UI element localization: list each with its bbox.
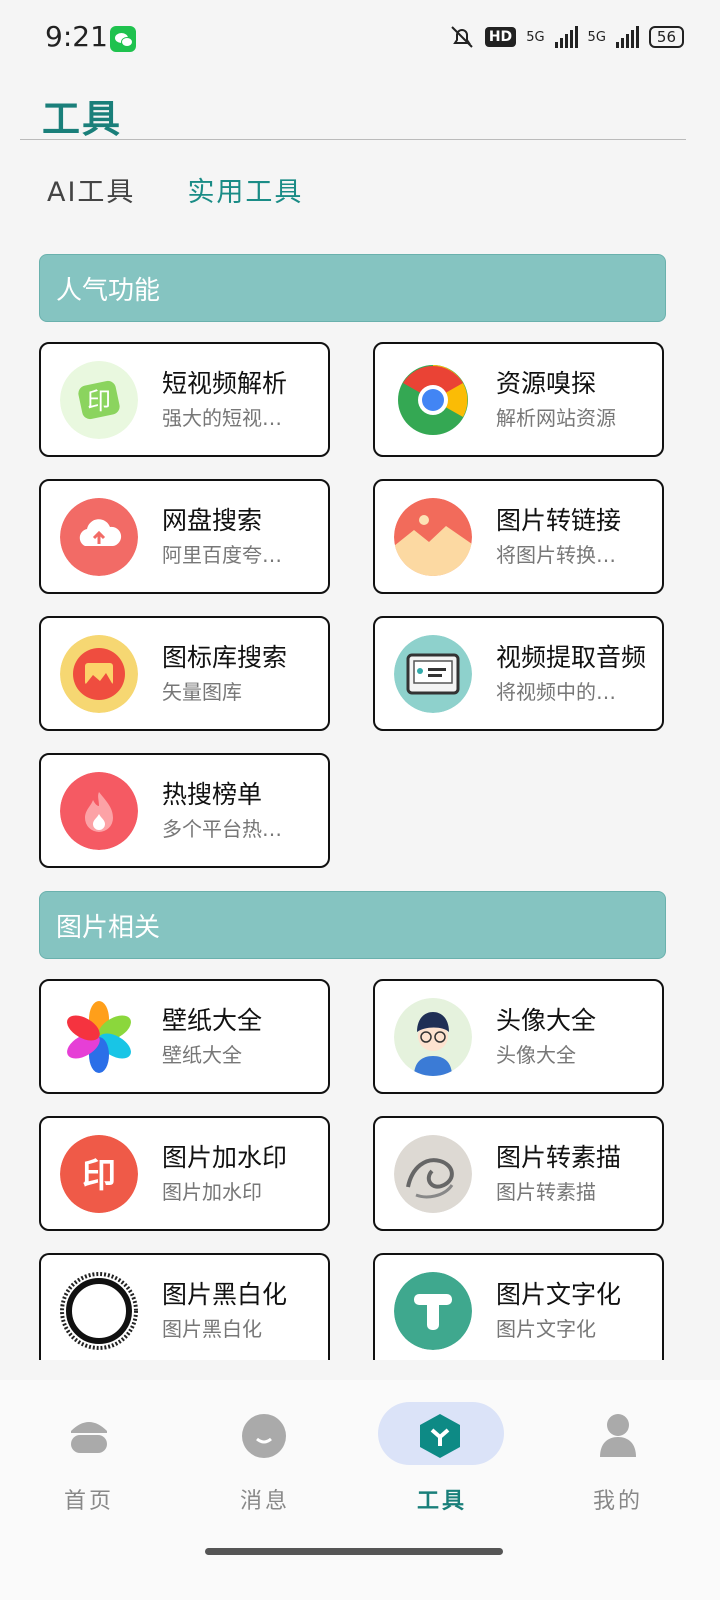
profile-icon (600, 1414, 636, 1457)
mute-bell-icon (451, 26, 473, 48)
tools-icon (420, 1414, 460, 1458)
image-link-icon (394, 498, 472, 576)
network-label-1: 5G (526, 29, 545, 45)
tool-card-wallpaper[interactable]: 壁纸大全 壁纸大全 (39, 979, 330, 1094)
card-title: 短视频解析 (162, 369, 288, 398)
card-subtitle: 图片文字化 (496, 1317, 596, 1341)
page-title: 工具 (42, 97, 123, 141)
tool-card-cloud-search[interactable]: 网盘搜索 阿里百度夸… (39, 479, 330, 594)
card-title: 图片黑白化 (162, 1280, 288, 1309)
tool-card-sketch[interactable]: 图片转素描 图片转素描 (373, 1116, 664, 1231)
card-title: 视频提取音频 (496, 643, 647, 672)
header-divider (20, 139, 686, 140)
tool-card-hot-list[interactable]: 热搜榜单 多个平台热… (39, 753, 330, 868)
card-title: 头像大全 (496, 1006, 597, 1035)
card-subtitle: 矢量图库 (162, 680, 242, 704)
card-subtitle: 将视频中的… (496, 680, 616, 704)
card-title: 网盘搜索 (162, 506, 263, 535)
section-header-image: 图片相关 (39, 891, 666, 959)
card-title: 图标库搜索 (162, 643, 288, 672)
section-title: 人气功能 (56, 276, 161, 306)
tool-card-icon-library[interactable]: 图标库搜索 矢量图库 (39, 616, 330, 731)
section-title: 图片相关 (56, 913, 161, 943)
cloud-upload-icon (60, 498, 138, 576)
nav-message[interactable]: 消息 (195, 1380, 335, 1530)
video-parse-icon: 印 (60, 361, 138, 439)
status-bar: 9:21 HD 5G 5G 56 (0, 0, 720, 76)
nav-tools[interactable]: 工具 (372, 1380, 512, 1530)
home-icon (71, 1422, 107, 1453)
hd-badge: HD (484, 27, 517, 47)
grayscale-icon (60, 1272, 138, 1350)
tab-bar: AI工具 实用工具 (47, 170, 303, 209)
card-subtitle: 解析网站资源 (496, 406, 616, 430)
card-title: 资源嗅探 (496, 369, 597, 398)
video-audio-icon (394, 635, 472, 713)
signal-icon (554, 26, 578, 48)
tool-card-image-link[interactable]: 图片转链接 将图片转换… (373, 479, 664, 594)
card-subtitle: 壁纸大全 (162, 1043, 242, 1067)
tool-card-video-audio[interactable]: 视频提取音频 将视频中的… (373, 616, 664, 731)
nav-label: 我的 (592, 1489, 643, 1514)
card-title: 图片转链接 (496, 506, 622, 535)
signal-icon-2 (615, 26, 639, 48)
wallpaper-icon (60, 998, 138, 1076)
tab-practical-tools[interactable]: 实用工具 (187, 170, 303, 209)
message-icon (242, 1414, 286, 1458)
svg-text:印: 印 (87, 387, 111, 415)
card-subtitle: 图片加水印 (162, 1180, 262, 1204)
card-title: 壁纸大全 (162, 1006, 263, 1035)
status-time: 9:21 (45, 20, 108, 53)
fire-icon (60, 772, 138, 850)
home-indicator[interactable] (205, 1548, 503, 1555)
tool-card-avatar[interactable]: 头像大全 头像大全 (373, 979, 664, 1094)
nav-label: 工具 (416, 1489, 467, 1514)
card-subtitle: 强大的短视… (162, 406, 282, 430)
tool-card-video-parse[interactable]: 印 短视频解析 强大的短视… (39, 342, 330, 457)
text-image-icon (394, 1272, 472, 1350)
card-title: 图片文字化 (496, 1280, 622, 1309)
tool-card-watermark[interactable]: 印 图片加水印 图片加水印 (39, 1116, 330, 1231)
card-subtitle: 图片转素描 (496, 1180, 596, 1204)
icon-library-icon (60, 635, 138, 713)
tab-ai-tools[interactable]: AI工具 (47, 170, 135, 209)
card-subtitle: 头像大全 (496, 1043, 576, 1067)
card-subtitle: 图片黑白化 (162, 1317, 262, 1341)
card-subtitle: 阿里百度夸… (162, 543, 282, 567)
avatar-icon (394, 998, 472, 1076)
svg-text:印: 印 (82, 1156, 116, 1196)
nav-profile[interactable]: 我的 (548, 1380, 688, 1530)
tool-card-text-image[interactable]: 图片文字化 图片文字化 (373, 1253, 664, 1360)
card-subtitle: 多个平台热… (162, 817, 282, 841)
section-header-popular: 人气功能 (39, 254, 666, 322)
tool-card-grayscale[interactable]: 图片黑白化 图片黑白化 (39, 1253, 330, 1360)
sketch-icon (394, 1135, 472, 1213)
watermark-icon: 印 (60, 1135, 138, 1213)
nav-home[interactable]: 首页 (19, 1380, 159, 1530)
card-title: 热搜榜单 (162, 780, 263, 809)
status-icons: HD 5G 5G 56 (449, 22, 684, 52)
tool-card-resource-sniff[interactable]: 资源嗅探 解析网站资源 (373, 342, 664, 457)
battery-icon: 56 (648, 26, 684, 48)
bottom-nav: 首页 消息 工具 我的 (0, 1380, 720, 1600)
wechat-icon (110, 26, 136, 52)
card-title: 图片转素描 (496, 1143, 622, 1172)
network-label-2: 5G (587, 29, 606, 45)
card-subtitle: 将图片转换… (496, 543, 616, 567)
chrome-icon (394, 361, 472, 439)
nav-label: 首页 (63, 1489, 114, 1514)
card-title: 图片加水印 (162, 1143, 288, 1172)
nav-label: 消息 (239, 1489, 290, 1514)
